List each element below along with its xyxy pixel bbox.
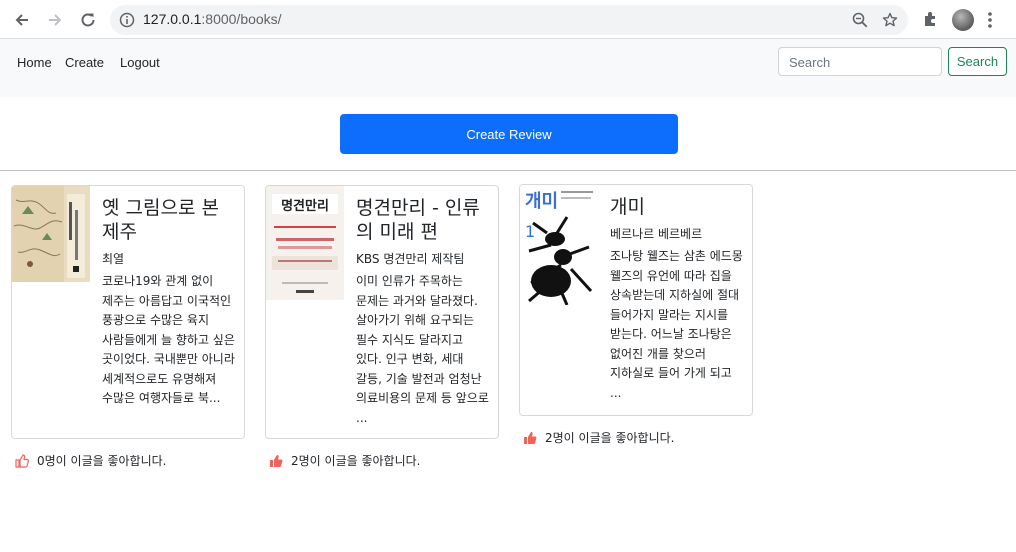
thumbs-up-filled-icon[interactable] [269,454,283,468]
create-review-button[interactable]: Create Review [340,114,678,154]
back-icon[interactable] [10,8,34,32]
extensions-icon[interactable] [922,10,940,32]
nav-create-link[interactable]: Create [65,55,104,70]
nav-home-link[interactable]: Home [17,55,52,70]
forward-icon[interactable] [43,8,67,32]
like-row: 2명이 이글을 좋아합니다. [269,452,420,469]
book-title[interactable]: 옛 그림으로 본 제주 [102,196,238,244]
zoom-icon[interactable] [852,12,868,32]
like-row: 0명이 이글을 좋아합니다. [15,452,166,469]
address-bar[interactable]: 127.0.0.1:8000/books/ [110,5,908,35]
like-row: 2명이 이글을 좋아합니다. [523,429,674,446]
thumbs-up-filled-icon[interactable] [523,431,537,445]
book-excerpt: 조나탕 웰즈는 삼촌 에드몽 웰즈의 유언에 따라 집을 상속받는데 지하실에 … [610,249,743,400]
more-menu-icon[interactable] [987,11,993,33]
like-count-text: 0명이 이글을 좋아합니다. [37,454,167,468]
svg-text:개미: 개미 [525,191,558,212]
search-button[interactable]: Search [948,47,1007,76]
svg-text:명견만리: 명견만리 [281,198,329,214]
book-title[interactable]: 개미 [610,195,746,219]
book-author: KBS 명견만리 제작팀 [356,252,465,266]
divider [0,170,1016,171]
book-cover-image: 개미 1 [521,185,597,305]
like-count-text: 2명이 이글을 좋아합니다. [291,454,421,468]
book-card[interactable]: 개미 1 개미 베르나르 베르베르 조나탕 웰즈는 삼촌 에드몽 웰즈의 유언에… [519,184,753,416]
reload-icon[interactable] [76,8,100,32]
book-excerpt: 코로나19와 관계 없이 제주는 아름답고 이국적인 풍광으로 수많은 육지 사… [102,274,235,405]
url-host: 127.0.0.1 [143,11,202,27]
bookmark-star-icon[interactable] [882,12,898,32]
book-card[interactable]: 명견만리 명견만리 - 인류의 미래 편 KBS 명견만리 제작팀 이미 인류가… [265,185,499,439]
thumbs-up-outline-icon[interactable] [15,453,29,468]
profile-avatar[interactable] [952,9,974,31]
site-navbar: Home Create Logout Search Search [0,39,1016,97]
book-author: 베르나르 베르베르 [610,227,703,241]
like-count-text: 2명이 이글을 좋아합니다. [545,431,675,445]
nav-logout-link[interactable]: Logout [120,55,160,70]
book-card[interactable]: 옛 그림으로 본 제주 최열 코로나19와 관계 없이 제주는 아름답고 이국적… [11,185,245,439]
browser-toolbar: 127.0.0.1:8000/books/ [0,0,1016,39]
url-text[interactable]: 127.0.0.1:8000/books/ [143,11,282,27]
book-cover-image [12,186,90,282]
book-cover-image: 명견만리 [266,186,344,300]
book-author: 최열 [102,252,125,266]
info-icon[interactable] [119,12,135,32]
book-title[interactable]: 명견만리 - 인류의 미래 편 [356,196,492,244]
url-path: :8000/books/ [201,11,282,27]
search-input[interactable]: Search [778,47,942,76]
book-excerpt: 이미 인류가 주목하는 문제는 과거와 달라졌다. 살아가기 위해 요구되는 필… [356,274,489,425]
